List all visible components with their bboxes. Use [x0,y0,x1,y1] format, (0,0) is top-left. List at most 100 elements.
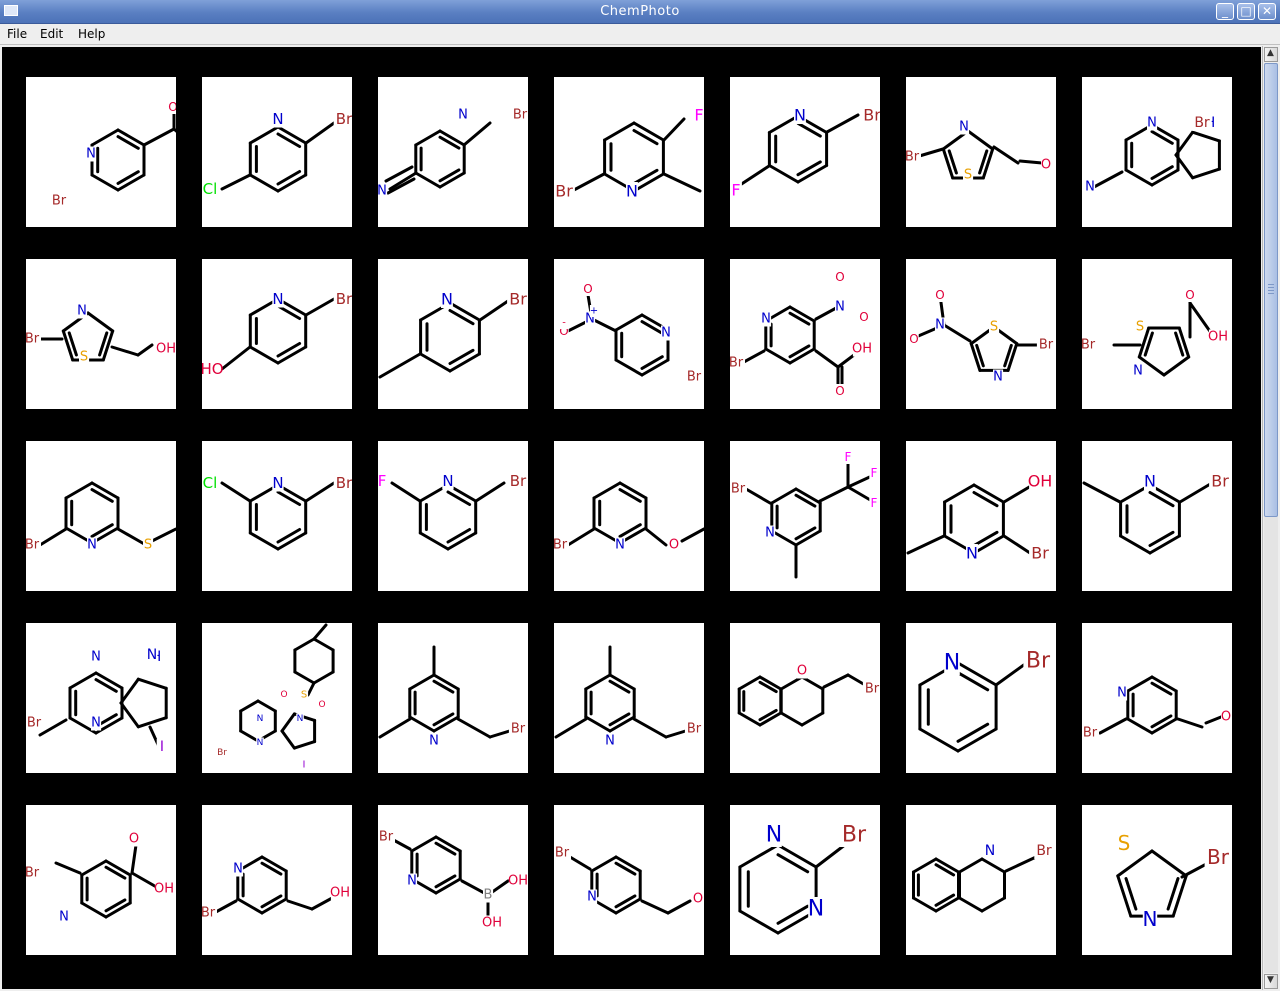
bond-line [570,172,606,193]
bond-line [738,909,780,935]
bond-line [1119,534,1152,555]
atom-label: O [835,384,844,398]
molecule-structure-drawing: OH N Br [906,472,1053,563]
bond-line [958,857,984,874]
molecule-tile[interactable]: Br N O [554,441,704,591]
molecule-tile[interactable]: O S Br OH N [1082,259,1232,409]
molecule-tile[interactable]: O N + O - N Br [554,259,704,409]
molecule-tile[interactable]: O Br [730,623,880,773]
molecule-tile[interactable]: Cl N Br [202,441,352,591]
molecule-tile[interactable]: N Br N [730,805,880,955]
atom-label: Cl [203,474,218,492]
bond-line [980,857,1006,874]
molecule-tile[interactable]: O N O N Br OH O [730,259,880,409]
scroll-thumb[interactable] [1264,63,1278,517]
molecule-tile[interactable]: NHNBrNI [26,623,176,773]
molecule-structure-drawing: O Br OH N [26,831,174,925]
molecule-tile[interactable]: N Br [906,623,1056,773]
molecule-tile[interactable]: N Br [906,805,1056,955]
molecule-tile[interactable]: O N Br [26,77,176,227]
menu-file[interactable]: File [7,27,27,41]
bond-line [448,309,475,326]
molecule-tile[interactable]: O S O N N Br N I [202,623,352,773]
atom-label: Br [687,370,702,385]
molecule-tile[interactable]: N Br HO [202,259,352,409]
atom-label: O [909,332,918,346]
molecule-tile[interactable]: N Br [1082,441,1232,591]
molecule-tile[interactable]: O Br OH N [26,805,176,955]
molecule-tile[interactable]: N Br S O [906,77,1056,227]
bond-line [825,113,860,134]
bond-line [136,343,154,357]
molecule-tile[interactable]: N Br S OH [26,259,176,409]
molecule-tile[interactable]: Br N O [554,805,704,955]
close-button[interactable]: ✕ [1258,3,1276,20]
atom-label: S [144,538,152,553]
atom-label: N [935,318,945,333]
atom-label: O [168,100,176,114]
molecule-tile[interactable]: NHBrN [1082,77,1232,227]
bond-line [800,711,825,727]
molecule-tile[interactable]: Br N OH B OH [378,805,528,955]
bond-line [418,531,450,551]
atom-label: N [147,647,157,663]
atom-label: Br [336,110,352,128]
bond-line [119,677,140,705]
molecule-tile[interactable]: F Br N [554,77,704,227]
bond-line [1171,874,1188,918]
atom-label: Br [52,194,67,209]
title-bar[interactable]: ChemPhoto _ □ ✕ [0,0,1280,24]
molecule-tile[interactable]: N Br [378,623,528,773]
molecule-tile[interactable]: S Br N [1082,805,1232,955]
molecule-structure-drawing: N Br O [1082,675,1231,741]
atom-label: S [301,690,307,701]
molecule-tile[interactable]: N Br [378,259,528,409]
atom-label: Br [906,150,920,165]
bond-line [68,671,98,690]
bond-line [378,352,422,379]
bond-line [584,715,612,733]
molecule-structure-drawing: O N O S Br N [909,288,1055,385]
bond-line [80,859,108,877]
menu-help[interactable]: Help [78,27,105,41]
atom-label: O [935,288,944,302]
molecule-tile[interactable]: O N O S Br N [906,259,1056,409]
molecule-tile[interactable]: F F F Br N [730,441,880,591]
molecule-tile[interactable]: N Br [554,623,704,773]
bond-line [972,491,999,508]
molecule-structure-drawing: Br N S [26,481,176,553]
bond-line [1124,168,1154,187]
atom-label: N [1147,116,1157,131]
bond-line [956,727,998,753]
atom-label: Br [863,106,880,125]
molecule-tile[interactable]: OH N Br [906,441,1056,591]
bond-line [614,358,644,377]
molecule-tile[interactable]: N Br O [1082,623,1232,773]
grip-icon [1268,284,1274,294]
atom-label: OH [1028,472,1053,491]
atom-label: N [442,472,453,490]
molecule-tile[interactable]: N Br Cl [202,77,352,227]
atom-label: N [1085,180,1095,195]
minimize-button[interactable]: _ [1216,3,1234,20]
maximize-button[interactable]: □ [1237,3,1255,20]
bond-line [136,677,168,690]
molecule-tile[interactable]: Br N S [26,441,176,591]
atom-label: N [959,120,969,135]
menu-edit[interactable]: Edit [40,27,63,41]
molecule-tile[interactable]: N Br N [378,77,528,227]
scroll-down-button[interactable]: ▼ [1264,974,1278,989]
bond-line [770,487,798,505]
atom-label: OH [482,916,502,931]
bond-line [740,349,766,365]
vertical-scrollbar[interactable]: ▲ ▼ [1262,46,1278,990]
molecule-tile[interactable]: N Br F [730,77,880,227]
molecule-tile[interactable]: N Br OH [202,805,352,955]
bond-line [966,129,995,151]
bond-line [590,855,618,873]
atom-label: N [378,184,387,199]
atom-label: Br [730,356,744,371]
bond-line [378,717,412,739]
scroll-up-button[interactable]: ▲ [1264,47,1278,62]
molecule-tile[interactable]: F N Br [378,441,528,591]
